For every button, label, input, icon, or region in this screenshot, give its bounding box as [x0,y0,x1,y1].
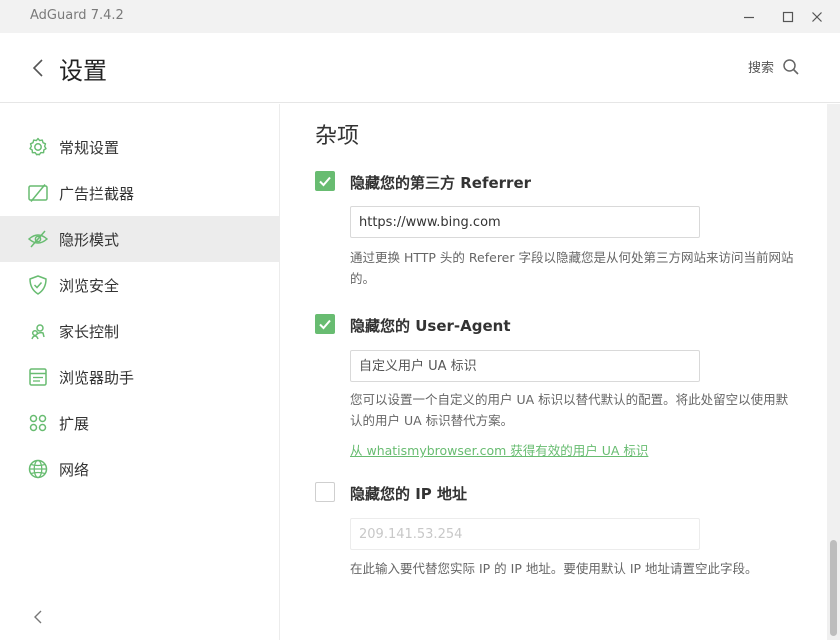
gear-icon [27,136,49,158]
sidebar-item-general[interactable]: 常规设置 [0,124,279,170]
whatismybrowser-link[interactable]: 从 whatismybrowser.com 获得有效的用户 UA 标识 [350,440,648,459]
referrer-description: 通过更换 HTTP 头的 Referer 字段以隐藏您是从何处第三方网站来访问当… [350,250,794,286]
user-agent-description: 您可以设置一个自定义的用户 UA 标识以替代默认的配置。将此处留空以使用默认的用… [350,392,789,428]
parental-control-icon [27,320,49,342]
content-scrollbar[interactable] [827,104,840,640]
hide-user-agent-label: 隐藏您的 User-Agent [350,317,511,335]
globe-icon [27,458,49,480]
ad-block-icon [27,182,49,204]
user-agent-input[interactable] [350,350,700,382]
collapse-sidebar-button[interactable] [30,606,46,628]
sidebar-item-label: 广告拦截器 [59,185,135,203]
checkmark-icon [319,176,331,187]
hide-user-agent-checkbox[interactable] [315,314,335,334]
sidebar: 常规设置 广告拦截器 隐形模式 浏览安全 家长控制 浏览器助手 扩展 网络 [0,104,280,640]
ip-address-input[interactable] [350,518,700,550]
maximize-button[interactable] [777,6,799,28]
close-button[interactable] [806,6,828,28]
search-label: 搜索 [748,61,775,76]
sidebar-item-browser-assistant[interactable]: 浏览器助手 [0,354,279,400]
sidebar-item-label: 家长控制 [59,323,120,341]
sidebar-item-label: 浏览安全 [59,277,120,295]
hide-ip-label: 隐藏您的 IP 地址 [350,485,468,503]
checkmark-icon [319,319,331,330]
shield-check-icon [27,274,49,296]
close-icon [812,12,822,22]
title-bar: AdGuard 7.4.2 [0,0,840,33]
scrollbar-thumb[interactable] [830,540,837,636]
chevron-left-icon [32,59,43,77]
page-title: 设置 [59,57,107,85]
hide-referrer-checkbox[interactable] [315,171,335,191]
sidebar-item-stealth-mode[interactable]: 隐形模式 [0,216,279,262]
search-button[interactable]: 搜索 [748,57,800,76]
window-title: AdGuard 7.4.2 [30,8,124,23]
search-icon [783,58,799,75]
minimize-icon [744,16,754,19]
eye-slash-icon [27,228,49,250]
sidebar-item-ad-blocker[interactable]: 广告拦截器 [0,170,279,216]
ip-description: 在此输入要代替您实际 IP 的 IP 地址。要使用默认 IP 地址请置空此字段。 [350,561,758,576]
minimize-button[interactable] [738,6,760,28]
sidebar-item-label: 浏览器助手 [59,369,135,387]
page-header: 设置 搜索 [0,33,840,103]
chevron-left-icon [34,610,42,624]
section-title: 杂项 [315,124,360,149]
sidebar-item-label: 隐形模式 [59,231,120,249]
referrer-input[interactable] [350,206,700,238]
sidebar-item-extensions[interactable]: 扩展 [0,400,279,446]
sidebar-item-network[interactable]: 网络 [0,446,279,492]
hide-ip-checkbox[interactable] [315,482,335,502]
extensions-grid-icon [27,412,49,434]
hide-referrer-label: 隐藏您的第三方 Referrer [350,174,532,192]
maximize-icon [782,11,794,23]
sidebar-item-parental-control[interactable]: 家长控制 [0,308,279,354]
browser-assistant-icon [27,366,49,388]
sidebar-item-browsing-security[interactable]: 浏览安全 [0,262,279,308]
sidebar-item-label: 网络 [59,461,90,479]
settings-content: 杂项 隐藏您的第三方 Referrer 通过更换 HTTP 头的 Referer… [281,104,827,640]
sidebar-item-label: 扩展 [59,415,90,433]
sidebar-item-label: 常规设置 [59,139,120,157]
back-button[interactable] [28,55,48,81]
